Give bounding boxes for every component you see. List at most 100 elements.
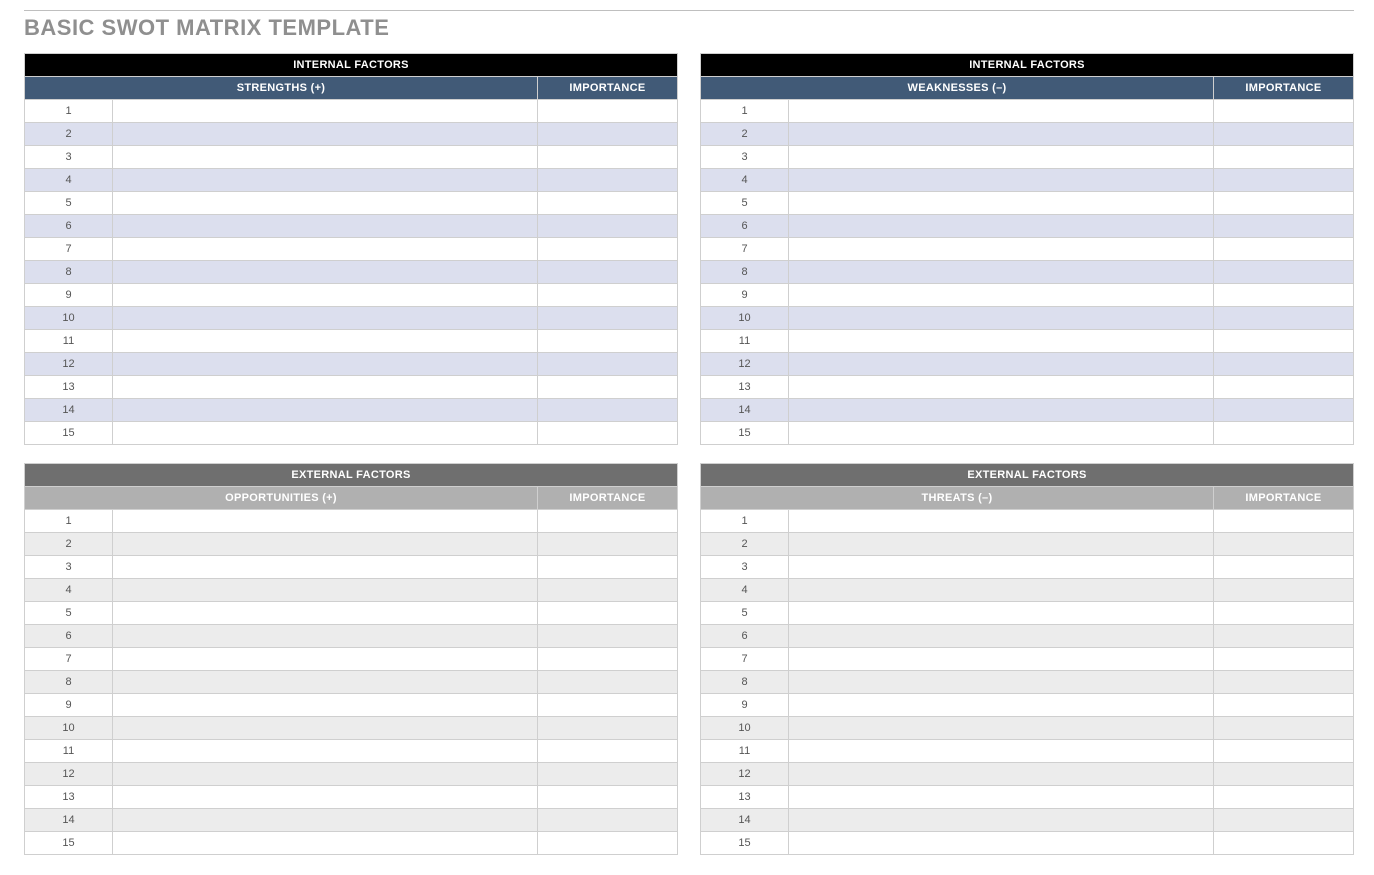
item-cell[interactable] (113, 832, 538, 855)
importance-cell[interactable] (1214, 192, 1354, 215)
item-cell[interactable] (113, 307, 538, 330)
importance-cell[interactable] (538, 422, 678, 445)
item-cell[interactable] (113, 422, 538, 445)
importance-cell[interactable] (538, 330, 678, 353)
item-cell[interactable] (113, 284, 538, 307)
item-cell[interactable] (113, 740, 538, 763)
item-cell[interactable] (113, 625, 538, 648)
importance-cell[interactable] (537, 671, 677, 694)
importance-cell[interactable] (1213, 763, 1353, 786)
importance-cell[interactable] (537, 533, 677, 556)
importance-cell[interactable] (537, 510, 677, 533)
item-cell[interactable] (113, 533, 538, 556)
importance-cell[interactable] (1214, 146, 1354, 169)
item-cell[interactable] (789, 238, 1214, 261)
importance-cell[interactable] (538, 100, 678, 123)
item-cell[interactable] (113, 671, 538, 694)
item-cell[interactable] (113, 123, 538, 146)
importance-cell[interactable] (538, 307, 678, 330)
importance-cell[interactable] (1213, 510, 1353, 533)
importance-cell[interactable] (1213, 832, 1353, 855)
item-cell[interactable] (789, 625, 1214, 648)
item-cell[interactable] (113, 100, 538, 123)
item-cell[interactable] (113, 330, 538, 353)
importance-cell[interactable] (538, 146, 678, 169)
importance-cell[interactable] (537, 579, 677, 602)
importance-cell[interactable] (538, 399, 678, 422)
item-cell[interactable] (789, 146, 1214, 169)
item-cell[interactable] (789, 284, 1214, 307)
item-cell[interactable] (789, 169, 1214, 192)
importance-cell[interactable] (1213, 786, 1353, 809)
importance-cell[interactable] (1214, 399, 1354, 422)
importance-cell[interactable] (538, 284, 678, 307)
item-cell[interactable] (113, 694, 538, 717)
item-cell[interactable] (113, 648, 538, 671)
importance-cell[interactable] (1214, 238, 1354, 261)
item-cell[interactable] (113, 399, 538, 422)
importance-cell[interactable] (537, 602, 677, 625)
importance-cell[interactable] (1213, 533, 1353, 556)
importance-cell[interactable] (1214, 330, 1354, 353)
importance-cell[interactable] (1213, 579, 1353, 602)
importance-cell[interactable] (1213, 671, 1353, 694)
item-cell[interactable] (113, 579, 538, 602)
importance-cell[interactable] (1214, 169, 1354, 192)
item-cell[interactable] (113, 146, 538, 169)
item-cell[interactable] (789, 533, 1214, 556)
item-cell[interactable] (789, 510, 1214, 533)
importance-cell[interactable] (1214, 284, 1354, 307)
item-cell[interactable] (789, 740, 1214, 763)
importance-cell[interactable] (1213, 717, 1353, 740)
importance-cell[interactable] (538, 169, 678, 192)
importance-cell[interactable] (538, 238, 678, 261)
item-cell[interactable] (113, 376, 538, 399)
item-cell[interactable] (789, 832, 1214, 855)
item-cell[interactable] (113, 556, 538, 579)
item-cell[interactable] (113, 169, 538, 192)
importance-cell[interactable] (1214, 422, 1354, 445)
importance-cell[interactable] (1213, 625, 1353, 648)
importance-cell[interactable] (537, 740, 677, 763)
item-cell[interactable] (113, 809, 538, 832)
item-cell[interactable] (789, 648, 1214, 671)
importance-cell[interactable] (1214, 100, 1354, 123)
item-cell[interactable] (789, 671, 1214, 694)
importance-cell[interactable] (538, 261, 678, 284)
item-cell[interactable] (113, 602, 538, 625)
item-cell[interactable] (113, 353, 538, 376)
item-cell[interactable] (789, 694, 1214, 717)
importance-cell[interactable] (538, 123, 678, 146)
item-cell[interactable] (789, 786, 1214, 809)
importance-cell[interactable] (1213, 694, 1353, 717)
item-cell[interactable] (113, 510, 538, 533)
item-cell[interactable] (113, 192, 538, 215)
importance-cell[interactable] (537, 763, 677, 786)
item-cell[interactable] (789, 123, 1214, 146)
importance-cell[interactable] (1213, 648, 1353, 671)
item-cell[interactable] (789, 192, 1214, 215)
importance-cell[interactable] (1214, 376, 1354, 399)
item-cell[interactable] (113, 717, 538, 740)
importance-cell[interactable] (1214, 261, 1354, 284)
item-cell[interactable] (789, 602, 1214, 625)
importance-cell[interactable] (537, 809, 677, 832)
importance-cell[interactable] (537, 717, 677, 740)
item-cell[interactable] (789, 100, 1214, 123)
importance-cell[interactable] (1213, 809, 1353, 832)
importance-cell[interactable] (538, 353, 678, 376)
importance-cell[interactable] (1213, 740, 1353, 763)
importance-cell[interactable] (538, 192, 678, 215)
importance-cell[interactable] (538, 215, 678, 238)
item-cell[interactable] (789, 215, 1214, 238)
item-cell[interactable] (113, 763, 538, 786)
item-cell[interactable] (113, 238, 538, 261)
item-cell[interactable] (113, 215, 538, 238)
importance-cell[interactable] (1214, 123, 1354, 146)
item-cell[interactable] (789, 261, 1214, 284)
importance-cell[interactable] (537, 556, 677, 579)
importance-cell[interactable] (1214, 215, 1354, 238)
importance-cell[interactable] (538, 376, 678, 399)
item-cell[interactable] (789, 376, 1214, 399)
item-cell[interactable] (789, 422, 1214, 445)
